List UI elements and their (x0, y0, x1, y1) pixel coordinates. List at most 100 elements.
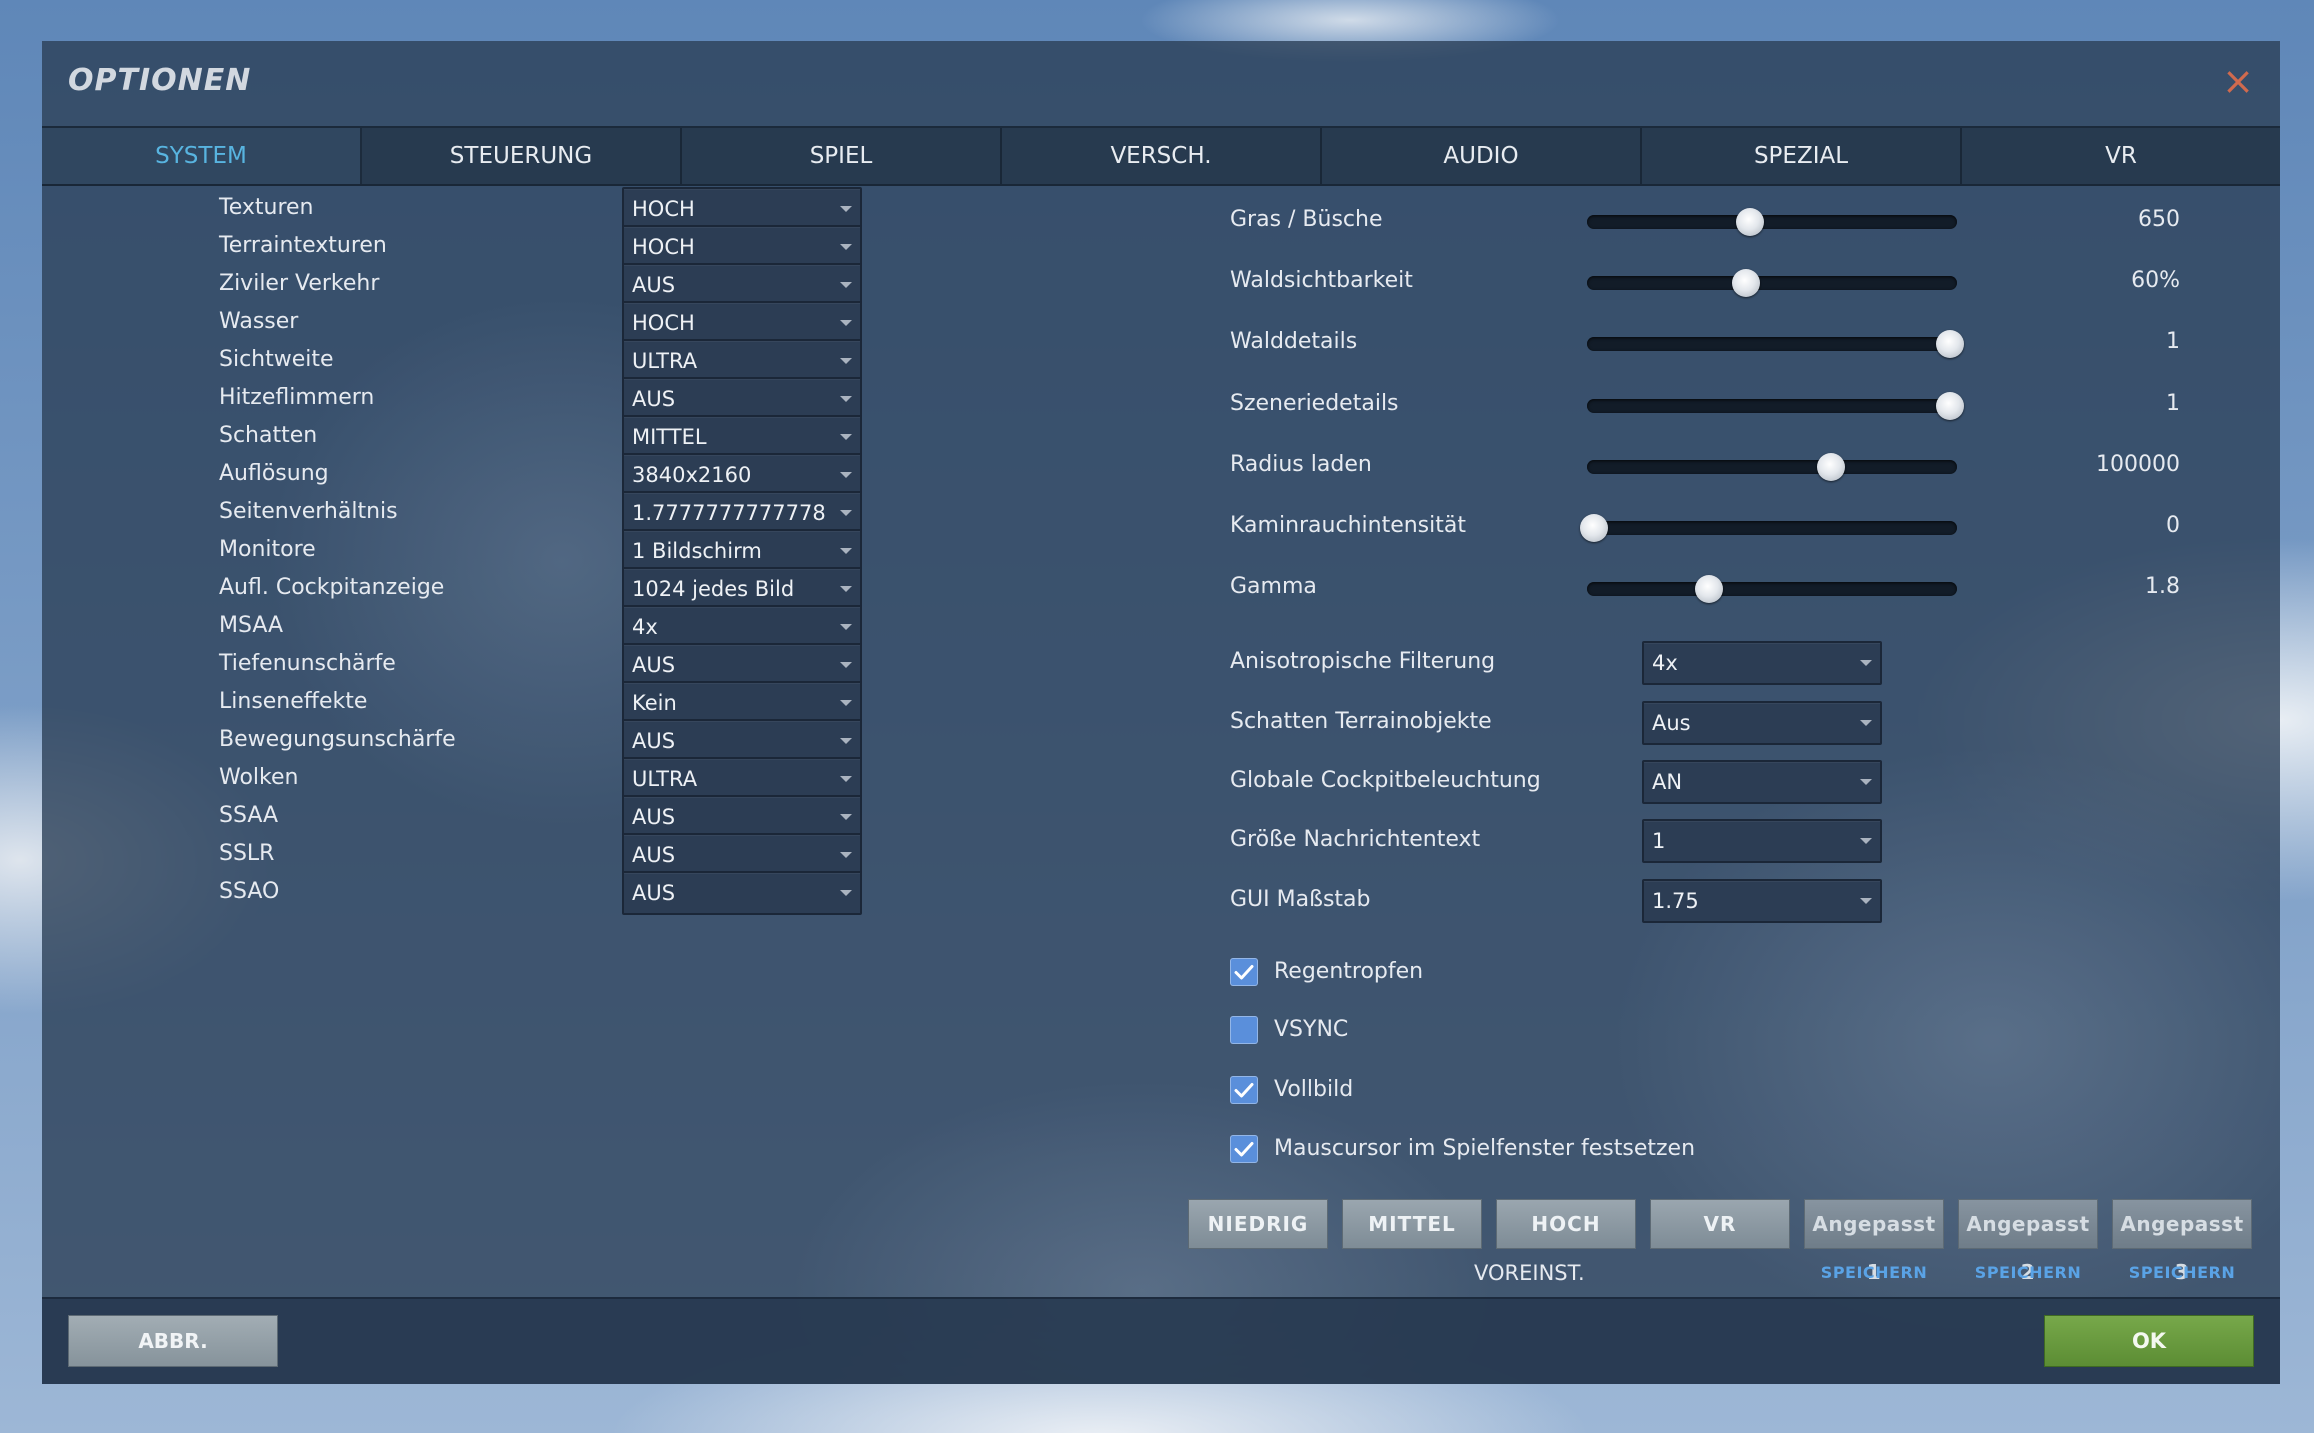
chevron-down-icon (840, 662, 852, 668)
dropdown-value: 1024 jedes Bild (632, 577, 795, 601)
slider-track-waldsichtbarkeit[interactable] (1587, 269, 1957, 297)
dropdown-groesse-nachrichtentext[interactable]: 1 (1642, 819, 1882, 863)
close-icon[interactable]: × (2220, 62, 2256, 100)
checkbox-row-vsync[interactable]: VSYNC (1230, 1011, 2130, 1051)
setting-label: Aufl. Cockpitanzeige (219, 575, 445, 600)
save-custom-preset-1[interactable]: SPEICHERN (1804, 1263, 1944, 1282)
tab-versch[interactable]: VERSCH. (1002, 128, 1322, 184)
dropdown-globale-cockpitbeleuchtung[interactable]: AN (1642, 760, 1882, 804)
slider-handle[interactable] (1735, 208, 1764, 236)
slider-handle[interactable] (1935, 392, 1964, 420)
tab-spiel[interactable]: SPIEL (682, 128, 1002, 184)
checkbox-row-regentropfen[interactable]: Regentropfen (1230, 953, 2130, 993)
setting-label: Anisotropische Filterung (1230, 649, 1496, 674)
setting-label: Seitenverhältnis (219, 499, 398, 524)
chevron-down-icon (840, 510, 852, 516)
setting-label: Texturen (219, 195, 314, 220)
chevron-down-icon (840, 586, 852, 592)
slider-value: 1.8 (2145, 574, 2180, 599)
slider-track-gras-buesche[interactable] (1587, 208, 1957, 236)
save-custom-preset-3[interactable]: SPEICHERN (2112, 1263, 2252, 1282)
custom-preset-button-3[interactable]: Angepasst 3 (2112, 1199, 2252, 1284)
setting-label: Ziviler Verkehr (219, 271, 380, 296)
custom-preset-button-2[interactable]: Angepasst 2 (1958, 1199, 2098, 1284)
dropdown-value: AUS (632, 881, 676, 905)
setting-row-schatten-terrainobjekte: Schatten Terrainobjekte Aus (1230, 699, 2130, 749)
dropdown-value: 4x (1652, 651, 1678, 675)
setting-label: Linseneffekte (219, 689, 368, 714)
dropdown-value: HOCH (632, 235, 695, 259)
preset-button-niedrig[interactable]: NIEDRIG (1188, 1199, 1328, 1249)
dropdown-gui-massstab[interactable]: 1.75 (1642, 879, 1882, 923)
setting-label: Globale Cockpitbeleuchtung (1230, 768, 1541, 793)
dropdown-value: AN (1652, 770, 1683, 794)
slider-handle[interactable] (1935, 330, 1964, 358)
dropdown-value: Aus (1652, 711, 1691, 735)
slider-track-walddetails[interactable] (1587, 330, 1964, 358)
preset-button-mittel[interactable]: MITTEL (1342, 1199, 1482, 1249)
slider-value: 1 (2166, 329, 2180, 354)
save-custom-preset-2[interactable]: SPEICHERN (1958, 1263, 2098, 1282)
checkbox-checked[interactable] (1230, 1076, 1258, 1104)
chevron-down-icon (840, 320, 852, 326)
chevron-down-icon (840, 814, 852, 820)
tab-vr[interactable]: VR (1962, 128, 2280, 184)
checkbox-row-vollbild[interactable]: Vollbild (1230, 1071, 2130, 1111)
tab-spezial[interactable]: SPEZIAL (1642, 128, 1962, 184)
chevron-down-icon (840, 434, 852, 440)
setting-row-ssao: SSAO AUS (42, 867, 1172, 923)
title-bar: OPTIONEN × (42, 41, 2280, 125)
slider-row-radius-laden: Radius laden 100000 (1230, 442, 2180, 492)
tab-steuerung[interactable]: STEUERUNG (362, 128, 682, 184)
slider-handle[interactable] (1817, 453, 1846, 481)
chevron-down-icon (840, 738, 852, 744)
footer-bar: ABBR. OK (42, 1297, 2280, 1384)
tab-audio[interactable]: AUDIO (1322, 128, 1642, 184)
setting-label: Wasser (219, 309, 299, 334)
slider-track-gamma[interactable] (1587, 575, 1957, 603)
checkbox-checked[interactable] (1230, 958, 1258, 986)
checkmark-icon (1234, 1142, 1254, 1157)
dropdown-value: AUS (632, 273, 676, 297)
setting-label: Schatten (219, 423, 318, 448)
setting-label: SSLR (219, 841, 275, 866)
slider-row-waldsichtbarkeit: Waldsichtbarkeit 60% (1230, 258, 2180, 308)
setting-label: Wolken (219, 765, 299, 790)
chevron-down-icon (1860, 720, 1872, 726)
dialog-title: OPTIONEN (68, 63, 252, 98)
chevron-down-icon (840, 282, 852, 288)
options-dialog: OPTIONEN × SYSTEM STEUERUNG SPIEL VERSCH. AU… (42, 41, 2280, 1384)
checkbox-unchecked[interactable] (1230, 1016, 1258, 1044)
slider-handle[interactable] (1580, 514, 1609, 542)
slider-track-kaminrauchintensitaet[interactable] (1580, 514, 1957, 542)
cancel-button[interactable]: ABBR. (68, 1315, 278, 1367)
tab-system[interactable]: SYSTEM (42, 128, 362, 184)
chevron-down-icon (840, 548, 852, 554)
dropdown-ssao[interactable]: AUS (622, 871, 862, 915)
slider-row-gamma: Gamma 1.8 (1230, 564, 2180, 614)
preset-button-hoch[interactable]: HOCH (1496, 1199, 1636, 1249)
slider-label: Szeneriedetails (1230, 391, 1399, 416)
chevron-down-icon (1860, 779, 1872, 785)
custom-preset-button-1[interactable]: Angepasst 1 (1804, 1199, 1944, 1284)
slider-value: 0 (2166, 513, 2180, 538)
setting-row-gui-massstab: GUI Maßstab 1.75 (1230, 877, 2130, 927)
dropdown-anisotropische-filterung[interactable]: 4x (1642, 641, 1882, 685)
slider-track-szeneriedetails[interactable] (1587, 392, 1964, 420)
dropdown-schatten-terrainobjekte[interactable]: Aus (1642, 701, 1882, 745)
preset-button-vr[interactable]: VR (1650, 1199, 1790, 1249)
slider-handle[interactable] (1695, 575, 1724, 603)
checkbox-row-mauscursor-im-spielfenster-festsetzen[interactable]: Mauscursor im Spielfenster festsetzen (1230, 1130, 2130, 1170)
slider-handle[interactable] (1732, 269, 1761, 297)
setting-label: Tiefenunschärfe (219, 651, 396, 676)
slider-value: 1 (2166, 391, 2180, 416)
setting-label: Schatten Terrainobjekte (1230, 709, 1492, 734)
slider-track-radius-laden[interactable] (1587, 453, 1957, 481)
dropdown-value: 1 Bildschirm (632, 539, 762, 563)
setting-label: Größe Nachrichtentext (1230, 827, 1481, 852)
dropdown-value: AUS (632, 387, 676, 411)
checkbox-label: Mauscursor im Spielfenster festsetzen (1274, 1136, 1696, 1161)
ok-button[interactable]: OK (2044, 1315, 2254, 1367)
checkbox-checked[interactable] (1230, 1135, 1258, 1163)
chevron-down-icon (840, 700, 852, 706)
